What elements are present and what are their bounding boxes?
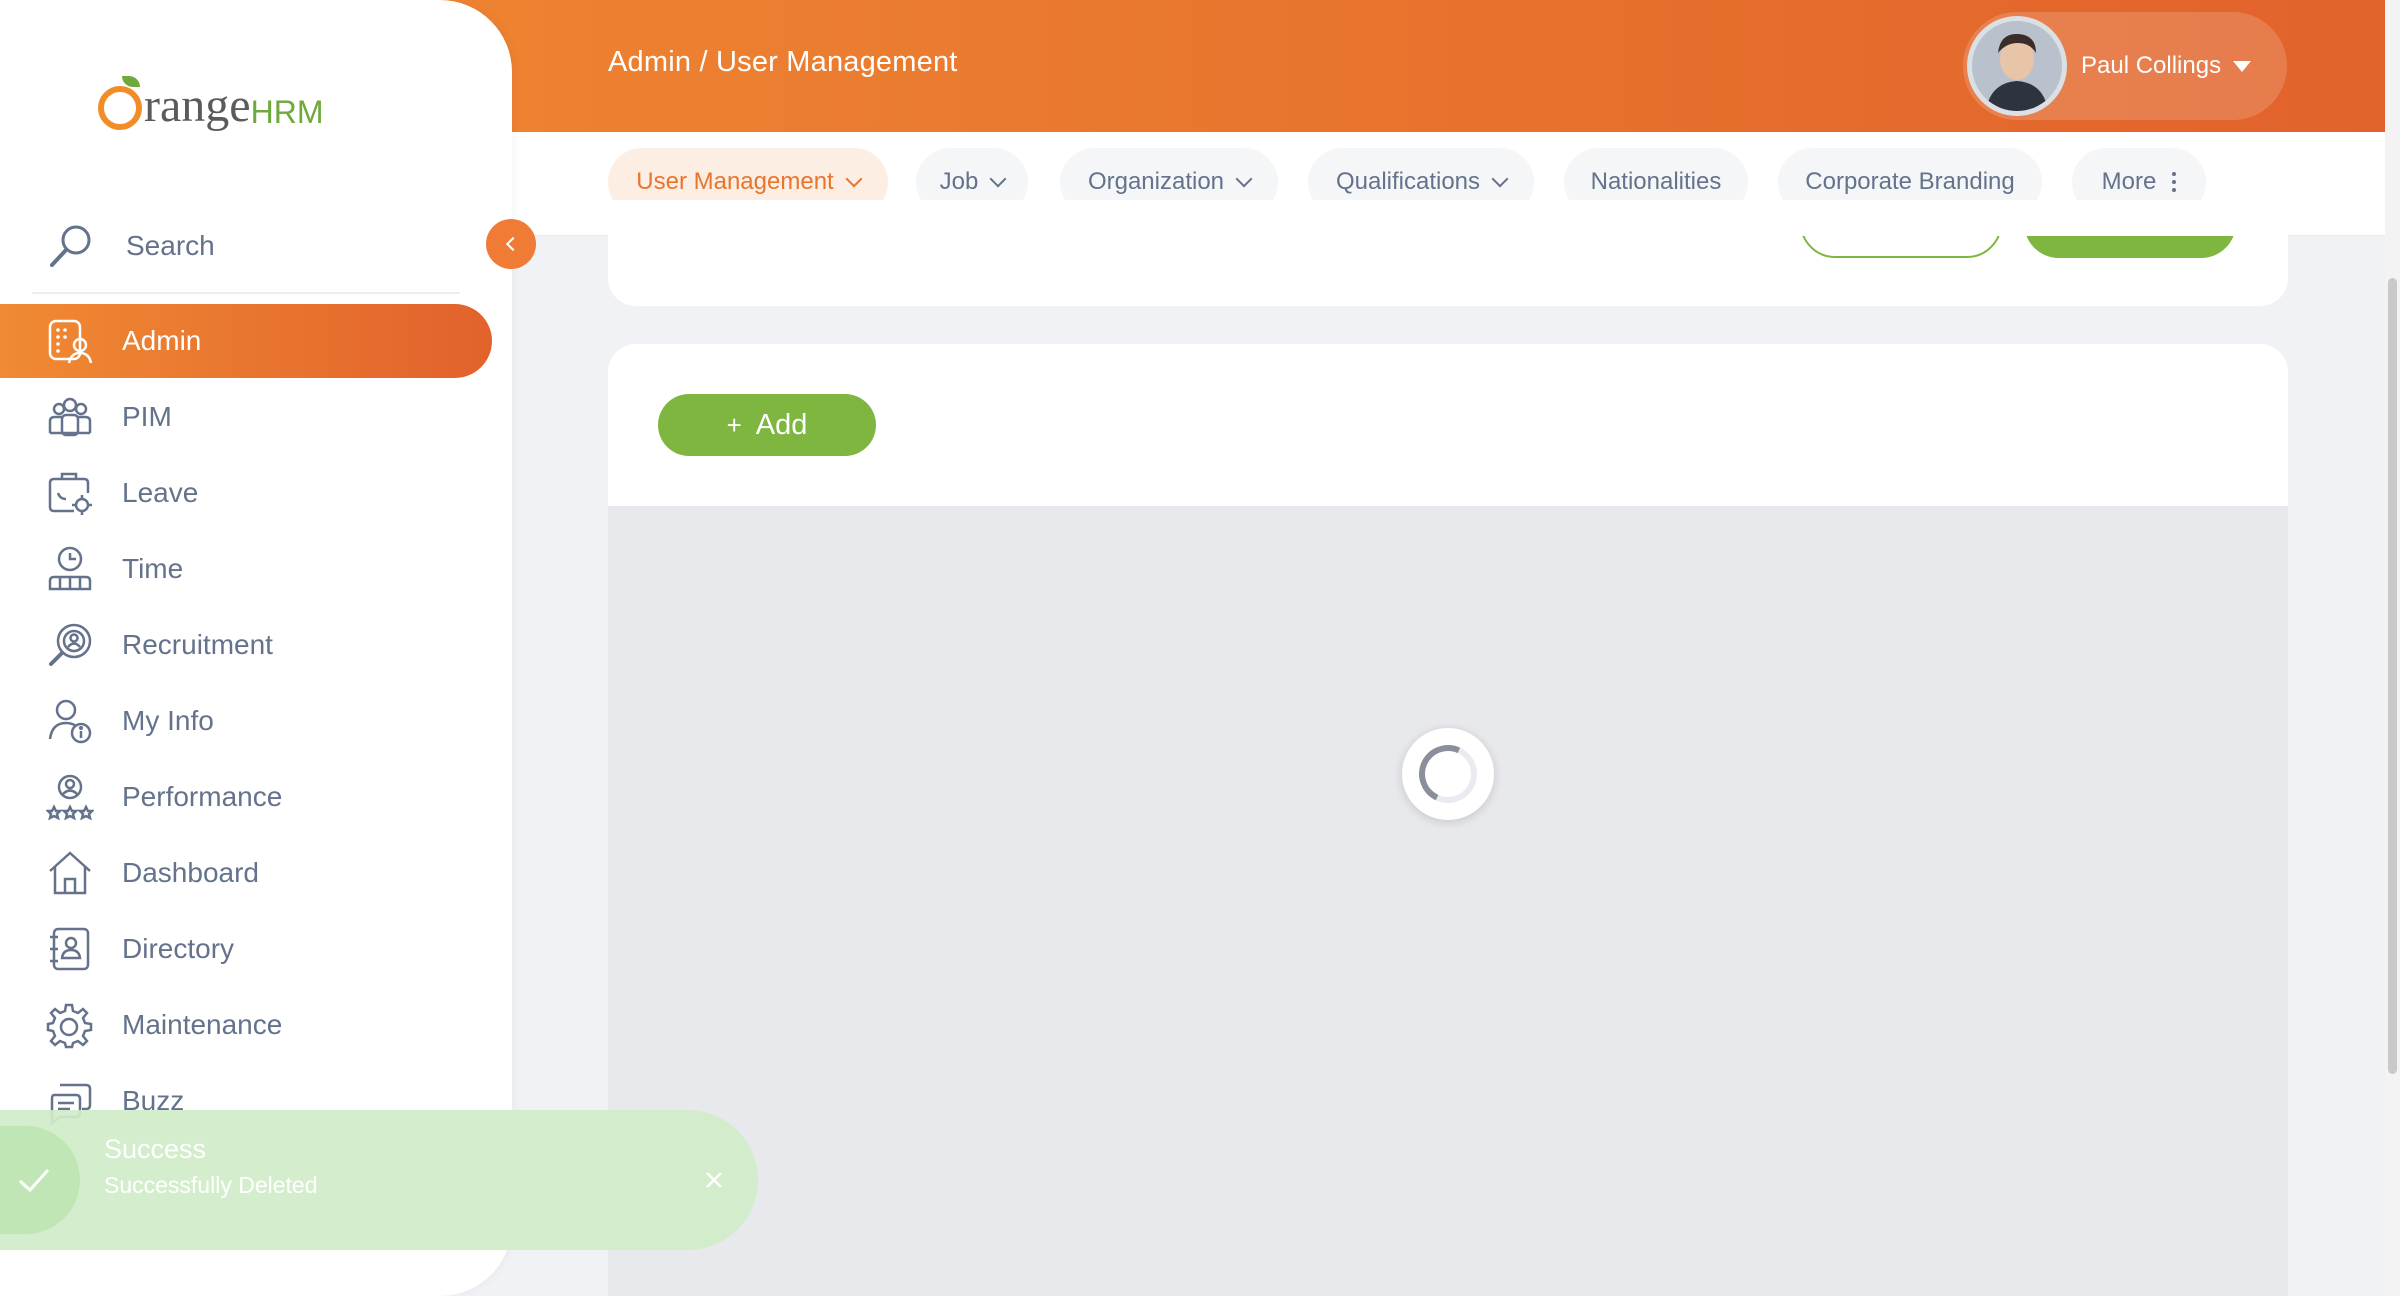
records-card: + Add xyxy=(608,344,2288,1296)
tab-label: Qualifications xyxy=(1335,168,1481,195)
pim-icon xyxy=(48,397,92,437)
tab-label: Corporate Branding xyxy=(1805,168,2015,195)
dashboard-icon xyxy=(49,851,91,895)
close-icon[interactable] xyxy=(700,1166,728,1194)
sidebar-item-label: PIM xyxy=(122,401,172,432)
tab-label: User Management xyxy=(636,168,834,195)
sidebar-item-label: Directory xyxy=(122,933,235,964)
toast-message: Successfully Deleted xyxy=(104,1172,318,1198)
logo-text: range xyxy=(144,79,251,132)
tab-label: Job xyxy=(939,168,979,195)
sidebar-item-label: Recruitment xyxy=(122,629,273,660)
sidebar: range HRM Search Admin PIM Leave Time Re… xyxy=(0,0,512,1296)
sidebar-item-admin[interactable]: Admin xyxy=(0,304,492,378)
add-label: Add xyxy=(755,408,808,441)
scrollbar-thumb[interactable] xyxy=(2388,278,2397,1074)
performance-icon xyxy=(46,774,94,821)
sidebar-item-dashboard[interactable]: Dashboard xyxy=(0,836,492,910)
success-toast: Success Successfully Deleted xyxy=(0,1110,758,1250)
orangehrm-logo[interactable]: range HRM xyxy=(98,60,323,130)
tab-label: Nationalities xyxy=(1590,168,1722,195)
breadcrumb: Admin / User Management xyxy=(608,46,958,78)
chevron-down-icon xyxy=(1235,170,1253,188)
user-name: Paul Collings xyxy=(2081,52,2222,79)
sidebar-item-label: Admin xyxy=(122,325,202,356)
recruitment-icon xyxy=(49,623,92,666)
tab-label: Organization xyxy=(1087,168,1225,195)
tab-label: More xyxy=(2101,168,2157,195)
chevron-left-icon xyxy=(505,236,521,252)
caret-down-icon xyxy=(2233,60,2252,72)
directory-icon xyxy=(50,927,90,971)
search-icon xyxy=(50,225,91,267)
collapse-sidebar-button[interactable] xyxy=(486,219,536,269)
user-menu-dropdown[interactable]: Paul Collings xyxy=(1963,12,2287,120)
logo-text-hrm: HRM xyxy=(250,94,324,130)
time-icon xyxy=(48,546,92,591)
toast-check-badge xyxy=(0,1126,80,1234)
more-vertical-icon xyxy=(2172,172,2177,192)
sidebar-item-label: Time xyxy=(122,553,184,584)
sidebar-item-label: Maintenance xyxy=(122,1009,283,1040)
sidebar-item-label: My Info xyxy=(122,705,214,736)
check-icon xyxy=(18,1168,50,1193)
sidebar-item-label: Performance xyxy=(122,781,283,812)
chevron-down-icon xyxy=(1491,170,1509,188)
sidebar-item-label: Dashboard xyxy=(122,857,259,888)
records-loading-overlay xyxy=(608,506,2288,1296)
divider xyxy=(32,292,460,294)
sidebar-item-directory[interactable]: Directory xyxy=(0,912,492,986)
my-info-icon xyxy=(48,699,92,744)
maintenance-icon xyxy=(46,1003,93,1049)
sidebar-item-time[interactable]: Time xyxy=(0,532,492,606)
sidebar-item-performance[interactable]: Performance xyxy=(0,760,492,834)
chevron-down-icon xyxy=(845,170,863,188)
spinner-icon xyxy=(1410,736,1486,812)
toast-title: Success xyxy=(104,1134,207,1164)
sidebar-item-label: Leave xyxy=(122,477,199,508)
sidebar-item-maintenance[interactable]: Maintenance xyxy=(0,988,492,1062)
sidebar-item-leave[interactable]: Leave xyxy=(0,456,492,530)
sidebar-item-my-info[interactable]: My Info xyxy=(0,684,492,758)
logo-orange-icon xyxy=(98,76,142,130)
sidebar-search[interactable]: Search xyxy=(46,216,460,276)
sidebar-item-pim[interactable]: PIM xyxy=(0,380,492,454)
search-label: Search xyxy=(126,230,215,261)
add-button[interactable]: + Add xyxy=(658,394,876,456)
admin-icon xyxy=(48,319,93,364)
leave-icon xyxy=(48,472,92,515)
avatar xyxy=(1967,16,2067,116)
loading-spinner xyxy=(1402,728,1494,820)
plus-icon: + xyxy=(726,409,742,440)
chevron-down-icon xyxy=(989,170,1007,188)
filter-card xyxy=(608,200,2288,306)
sidebar-item-recruitment[interactable]: Recruitment xyxy=(0,608,492,682)
